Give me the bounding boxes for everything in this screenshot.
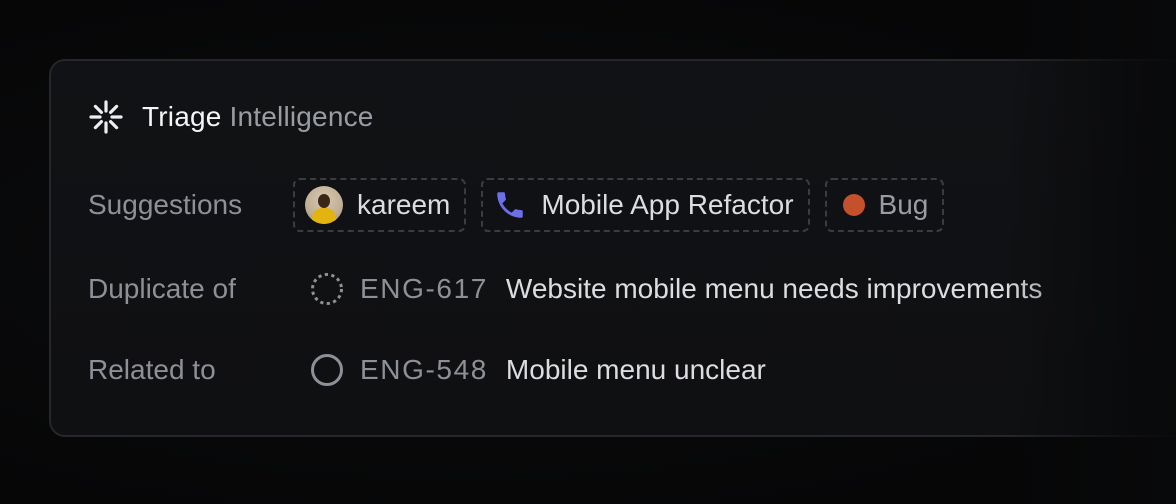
project-name: Mobile App Refactor xyxy=(541,189,794,220)
title-secondary: Intelligence xyxy=(229,101,374,132)
label-chip[interactable]: Bug xyxy=(824,178,945,232)
title-primary: Triage xyxy=(142,101,222,132)
phone-icon xyxy=(497,192,524,218)
duplicate-issue-title: Website mobile menu needs improvements xyxy=(505,273,1043,304)
related-issue-title: Mobile menu unclear xyxy=(505,354,766,385)
circle-icon xyxy=(311,354,343,386)
duplicate-row: Duplicate of ENG-617 Website mobile menu… xyxy=(88,260,1042,318)
suggestion-chips: kareem Mobile App Refactor Bug xyxy=(293,178,945,232)
label-name: Bug xyxy=(878,189,929,220)
avatar xyxy=(305,186,343,224)
assignee-chip[interactable]: kareem xyxy=(293,178,467,232)
related-issue-id: ENG-548 xyxy=(360,354,488,385)
related-row: Related to ENG-548 Mobile menu unclear xyxy=(88,341,766,399)
duplicate-label: Duplicate of xyxy=(88,273,236,304)
dashed-circle-icon xyxy=(311,273,343,305)
dot-icon xyxy=(842,194,865,216)
card-header: Triage Intelligence xyxy=(88,98,374,136)
related-issue[interactable]: ENG-548 Mobile menu unclear xyxy=(308,351,766,389)
sparkle-icon xyxy=(89,100,123,134)
duplicate-issue[interactable]: ENG-617 Website mobile menu needs improv… xyxy=(308,270,1042,308)
suggestions-label: Suggestions xyxy=(88,189,243,220)
suggestions-row: Suggestions kareem Mobile App Refactor B… xyxy=(88,176,945,234)
project-chip[interactable]: Mobile App Refactor xyxy=(481,178,810,232)
stage: Triage Intelligence Suggestions kareem M… xyxy=(0,0,1176,504)
card-title: Triage Intelligence xyxy=(142,101,374,133)
related-label: Related to xyxy=(88,354,216,385)
duplicate-issue-id: ENG-617 xyxy=(360,273,488,304)
assignee-name: kareem xyxy=(357,189,451,220)
